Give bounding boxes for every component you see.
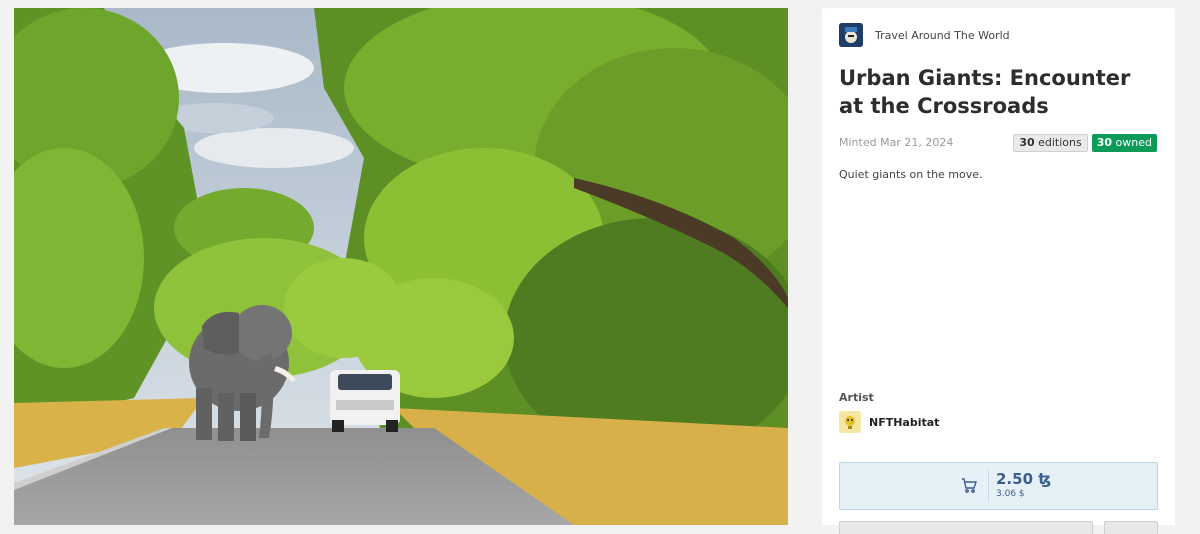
artwork-scene bbox=[14, 8, 788, 525]
price-tez: 2.50 ꜩ bbox=[996, 470, 1052, 488]
price-divider bbox=[988, 470, 989, 502]
edition-badges: 30 editions 30 owned bbox=[1013, 134, 1157, 152]
collection-link[interactable]: Travel Around The World bbox=[839, 23, 1010, 47]
collection-avatar-icon bbox=[839, 23, 863, 47]
owned-count: 30 bbox=[1096, 136, 1113, 149]
artwork-image[interactable] bbox=[14, 8, 788, 525]
editions-count: 30 bbox=[1019, 136, 1035, 149]
artist-label: Artist bbox=[839, 391, 874, 404]
editions-label: editions bbox=[1038, 136, 1082, 149]
artist-link[interactable]: NFTHabitat bbox=[839, 411, 939, 433]
price-fiat: 3.06 $ bbox=[996, 489, 1025, 499]
collect-button[interactable]: 2.50 ꜩ 3.06 $ bbox=[839, 462, 1158, 510]
token-details-panel: Travel Around The World Urban Giants: En… bbox=[822, 8, 1175, 534]
token-title: Urban Giants: Encounter at the Crossroad… bbox=[839, 66, 1131, 118]
token-description: Quiet giants on the move. bbox=[839, 168, 983, 181]
editions-badge: 30 editions bbox=[1013, 134, 1088, 152]
habitat-avatar-icon bbox=[839, 411, 861, 433]
secondary-button[interactable] bbox=[839, 521, 1093, 534]
owned-badge: 30 owned bbox=[1091, 134, 1157, 152]
artist-name: NFTHabitat bbox=[869, 415, 940, 429]
minted-date: Minted Mar 21, 2024 bbox=[839, 136, 954, 149]
cart-icon bbox=[961, 477, 977, 497]
owned-label: owned bbox=[1115, 136, 1152, 149]
more-button[interactable] bbox=[1104, 521, 1158, 534]
collection-name: Travel Around The World bbox=[875, 28, 1010, 42]
